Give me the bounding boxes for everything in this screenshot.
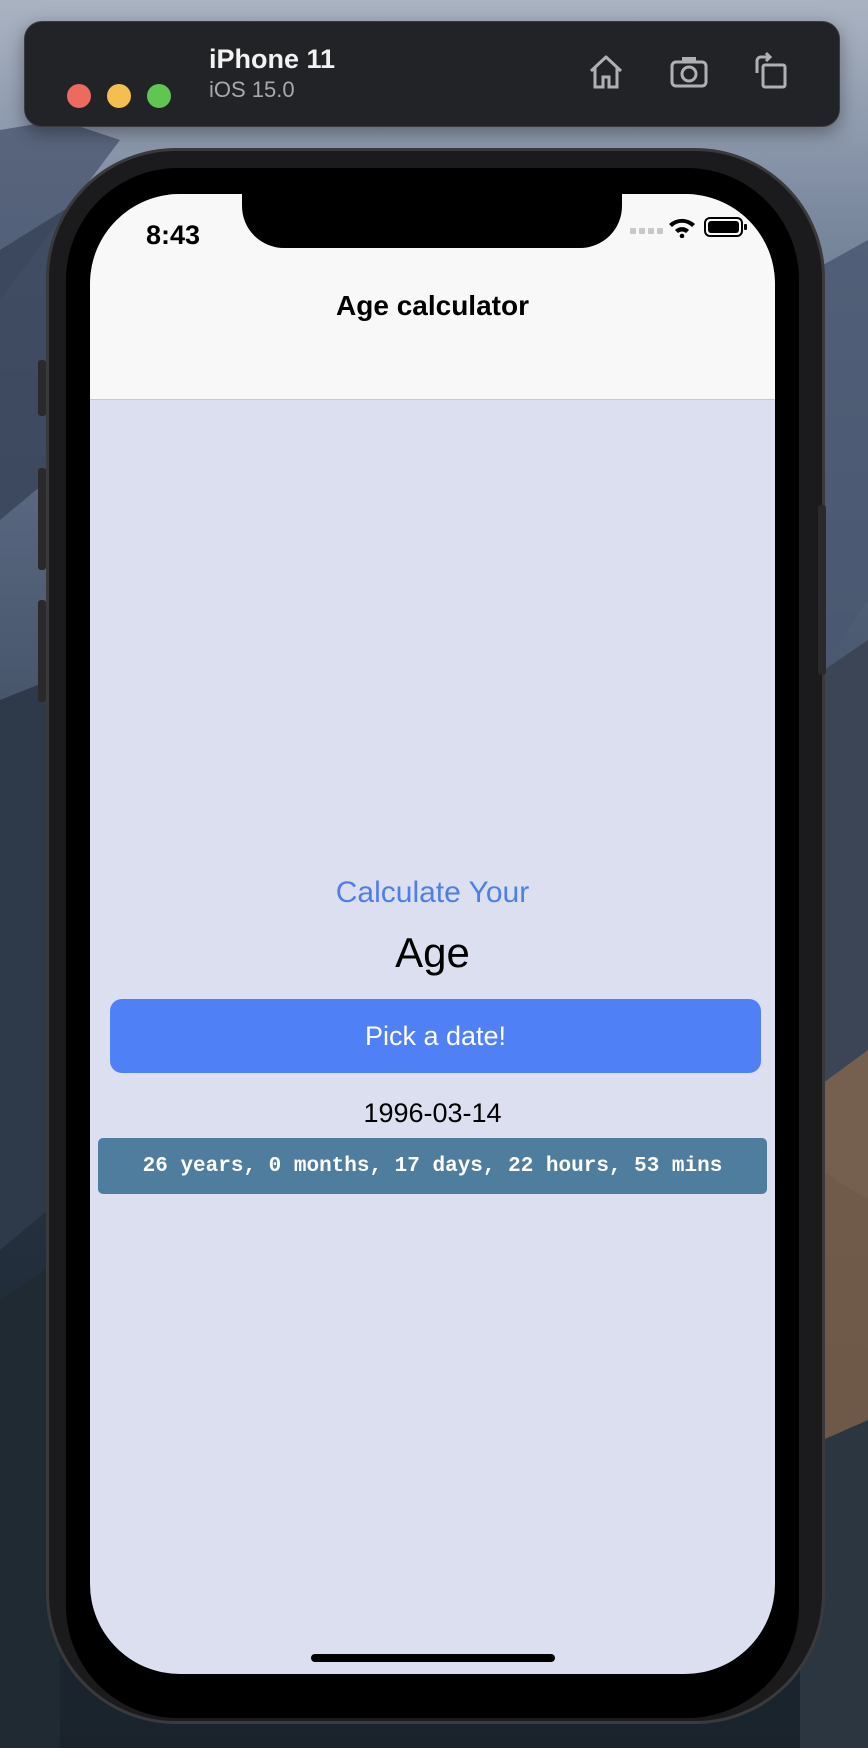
screenshot-icon[interactable]: [668, 51, 710, 93]
home-indicator[interactable]: [311, 1654, 555, 1662]
silent-switch: [38, 360, 46, 416]
device-screen: 8:43 Age calculator Calculate Your Age P…: [90, 194, 775, 1674]
pick-date-button[interactable]: Pick a date!: [110, 999, 761, 1073]
volume-down-button: [38, 600, 46, 702]
minimize-window-button[interactable]: [107, 84, 131, 108]
simulator-toolbar: iPhone 11 iOS 15.0: [24, 21, 840, 127]
volume-up-button: [38, 468, 46, 570]
cellular-dots-icon: [630, 228, 663, 234]
heading-calculate-your: Calculate Your: [335, 876, 530, 909]
rotate-icon[interactable]: [749, 51, 791, 93]
home-icon[interactable]: [585, 51, 627, 93]
age-result: 26 years, 0 months, 17 days, 22 hours, 5…: [98, 1138, 767, 1194]
heading-age: Age: [395, 929, 470, 976]
age-result-text: 26 years, 0 months, 17 days, 22 hours, 5…: [142, 1154, 723, 1178]
status-time: 8:43: [146, 220, 201, 250]
selected-date: 1996-03-14: [363, 1098, 502, 1128]
battery-icon: [704, 217, 747, 237]
power-button: [818, 505, 826, 675]
page-title: Age calculator: [336, 290, 529, 321]
notch: [242, 194, 622, 248]
os-version: iOS 15.0: [209, 77, 295, 102]
wifi-icon: [669, 218, 695, 238]
navigation-bar: [90, 248, 775, 400]
close-window-button[interactable]: [67, 84, 91, 108]
zoom-window-button[interactable]: [147, 84, 171, 108]
device-name: iPhone 11: [209, 44, 336, 74]
